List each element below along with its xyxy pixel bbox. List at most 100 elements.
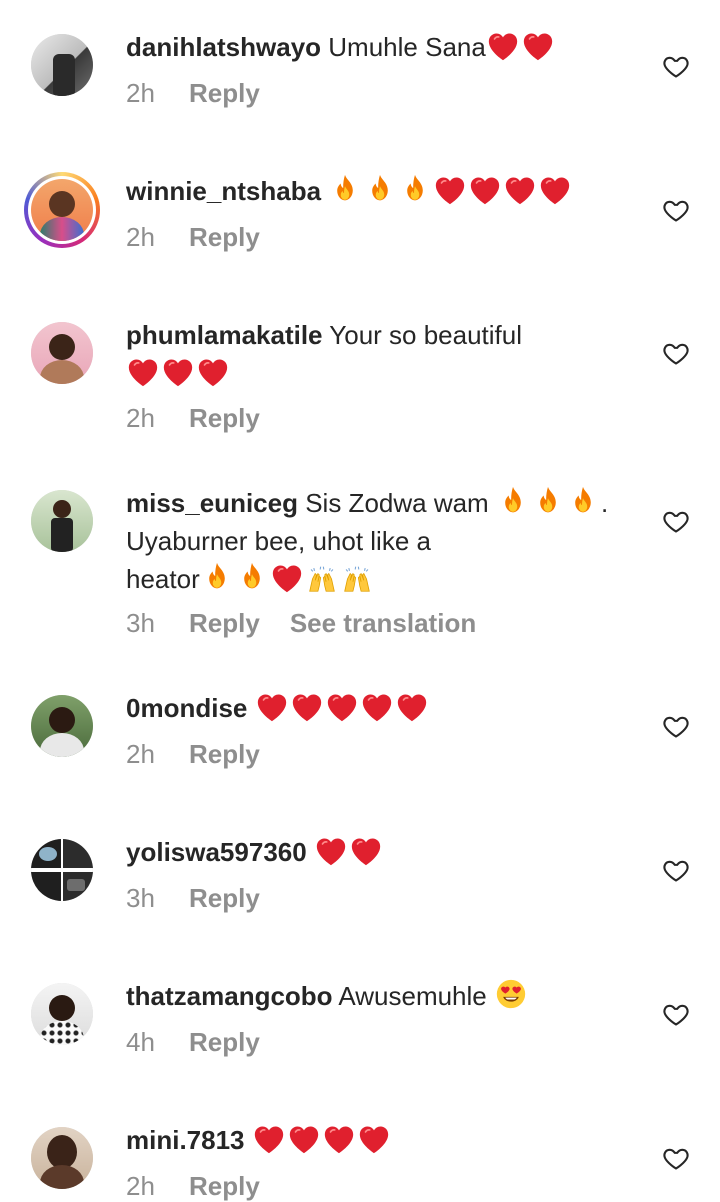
comment-text: miss_euniceg Sis Zodwa wam . Uyaburner b…: [126, 484, 646, 598]
username[interactable]: 0mondise: [126, 693, 247, 723]
heart-emoji: [270, 562, 304, 594]
fire-emoji: [531, 484, 565, 518]
comment-text: phumlamakatile Your so beautiful: [126, 316, 646, 392]
heart-emoji: [486, 30, 520, 62]
username[interactable]: miss_euniceg: [126, 488, 298, 518]
like-button[interactable]: [662, 856, 690, 884]
heart-emoji: [360, 691, 394, 723]
raising-hands-emoji: [305, 564, 339, 594]
comment-meta: 3h Reply: [126, 883, 290, 914]
reply-button[interactable]: Reply: [189, 883, 260, 913]
username[interactable]: mini.7813: [126, 1125, 245, 1155]
fire-emoji: [328, 172, 362, 206]
heart-outline-icon: [663, 511, 689, 533]
heart-emoji: [322, 1123, 356, 1155]
like-button[interactable]: [662, 339, 690, 367]
heart-outline-icon: [663, 56, 689, 78]
emoji-row: [126, 358, 231, 388]
comment-text: mini.7813: [126, 1121, 646, 1159]
timestamp: 2h: [126, 78, 155, 108]
avatar[interactable]: [31, 322, 93, 384]
username[interactable]: thatzamangcobo: [126, 981, 333, 1011]
comment-text: danihlatshwayo Umuhle Sana: [126, 28, 646, 66]
reply-button[interactable]: Reply: [189, 1027, 260, 1057]
timestamp: 3h: [126, 608, 155, 638]
heart-emoji: [126, 356, 160, 388]
comment-text: yoliswa597360: [126, 833, 646, 871]
comment-meta: 2h Reply: [126, 739, 290, 770]
comment-body: Umuhle Sana: [328, 32, 486, 62]
fire-emoji: [398, 172, 432, 206]
heart-emoji: [255, 691, 289, 723]
like-button[interactable]: [662, 712, 690, 740]
comment-body: Awusemuhle: [338, 981, 487, 1011]
timestamp: 2h: [126, 222, 155, 252]
timestamp: 2h: [126, 739, 155, 769]
emoji-row: [494, 979, 529, 1011]
heart-emoji: [468, 174, 502, 206]
timestamp: 2h: [126, 403, 155, 433]
heart-emoji: [287, 1123, 321, 1155]
reply-button[interactable]: Reply: [189, 739, 260, 769]
reply-button[interactable]: Reply: [189, 403, 260, 433]
emoji-row: [496, 486, 601, 518]
avatar[interactable]: [31, 490, 93, 552]
heart-outline-icon: [663, 716, 689, 738]
comment-body-line3: heator: [126, 564, 200, 594]
comment-meta: 2h Reply: [126, 403, 290, 434]
timestamp: 2h: [126, 1171, 155, 1201]
heart-emoji: [196, 356, 230, 388]
see-translation-button[interactable]: See translation: [290, 608, 476, 638]
like-button[interactable]: [662, 1144, 690, 1172]
heart-emoji: [325, 691, 359, 723]
comment-text: winnie_ntshaba: [126, 172, 646, 210]
heart-emoji: [521, 30, 555, 62]
reply-button[interactable]: Reply: [189, 608, 260, 638]
comment-body-punctuation: .: [600, 488, 609, 518]
fire-emoji: [566, 484, 600, 518]
username[interactable]: phumlamakatile: [126, 320, 323, 350]
avatar[interactable]: [31, 983, 93, 1045]
heart-outline-icon: [663, 860, 689, 882]
emoji-row: [314, 837, 384, 867]
comment-meta: 3h Reply See translation: [126, 608, 476, 639]
heart-emoji: [161, 356, 195, 388]
heart-outline-icon: [663, 343, 689, 365]
emoji-row: [252, 1125, 392, 1155]
comment-meta: 4h Reply: [126, 1027, 290, 1058]
heart-eyes-emoji: [494, 977, 528, 1011]
timestamp: 4h: [126, 1027, 155, 1057]
heart-emoji: [252, 1123, 286, 1155]
comment-body: Your so beautiful: [329, 320, 523, 350]
heart-emoji: [290, 691, 324, 723]
reply-button[interactable]: Reply: [189, 222, 260, 252]
heart-emoji: [433, 174, 467, 206]
like-button[interactable]: [662, 507, 690, 535]
like-button[interactable]: [662, 196, 690, 224]
comment-meta: 2h Reply: [126, 1171, 290, 1202]
username[interactable]: winnie_ntshaba: [126, 176, 321, 206]
username[interactable]: danihlatshwayo: [126, 32, 321, 62]
emoji-row: [328, 174, 573, 206]
like-button[interactable]: [662, 1000, 690, 1028]
heart-emoji: [349, 835, 383, 867]
comment-meta: 2h Reply: [126, 222, 290, 253]
like-button[interactable]: [662, 52, 690, 80]
avatar[interactable]: [31, 839, 93, 901]
username[interactable]: yoliswa597360: [126, 837, 307, 867]
reply-button[interactable]: Reply: [189, 1171, 260, 1201]
reply-button[interactable]: Reply: [189, 78, 260, 108]
comment-body: Sis Zodwa wam: [305, 488, 489, 518]
timestamp: 3h: [126, 883, 155, 913]
fire-emoji: [200, 560, 234, 594]
avatar[interactable]: [24, 172, 100, 248]
heart-emoji: [538, 174, 572, 206]
heart-outline-icon: [663, 1148, 689, 1170]
heart-outline-icon: [663, 1004, 689, 1026]
fire-emoji: [235, 560, 269, 594]
avatar[interactable]: [31, 1127, 93, 1189]
emoji-row: [200, 562, 375, 594]
avatar[interactable]: [31, 34, 93, 96]
avatar[interactable]: [31, 695, 93, 757]
comment-text: 0mondise: [126, 689, 646, 727]
